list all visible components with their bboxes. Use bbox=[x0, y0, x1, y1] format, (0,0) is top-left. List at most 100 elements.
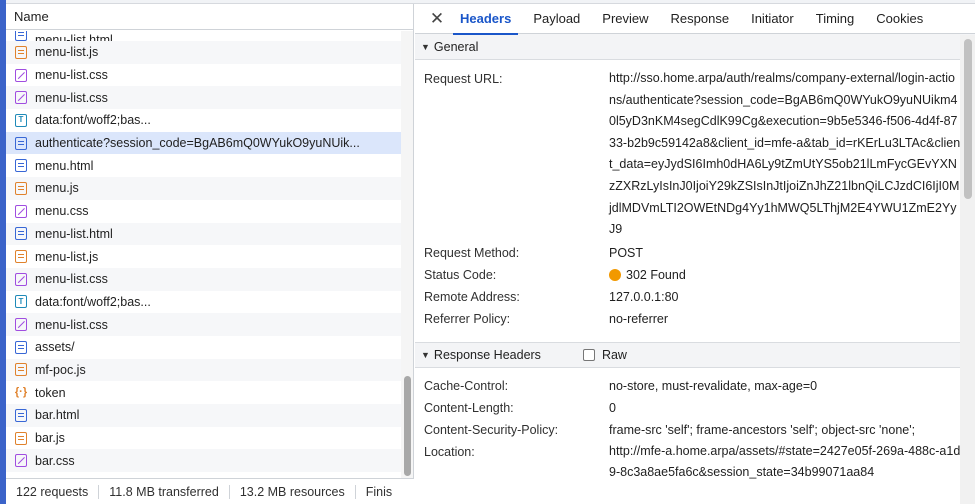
request-row[interactable]: authenticate?session_code=BgAB6mQ0WYukO9… bbox=[6, 131, 401, 155]
request-name: menu-list.html bbox=[35, 33, 113, 41]
document-icon bbox=[15, 408, 27, 422]
remote-address-value: 127.0.0.1:80 bbox=[609, 289, 679, 304]
request-row[interactable]: bar.html bbox=[6, 404, 401, 427]
request-row[interactable]: menu-list.js bbox=[6, 41, 401, 64]
request-row[interactable]: Tdata:font/woff2;bas... bbox=[6, 109, 401, 132]
request-row[interactable]: mf-poc.js bbox=[6, 358, 401, 382]
request-name: menu.js bbox=[35, 181, 79, 196]
remote-address-label: Remote Address: bbox=[424, 289, 520, 304]
tab-payload[interactable]: Payload bbox=[522, 4, 591, 34]
response-headers-section-header[interactable]: ▼ Response Headers Raw bbox=[415, 341, 975, 368]
tab-headers[interactable]: Headers bbox=[449, 4, 522, 35]
detail-scrollbar[interactable] bbox=[960, 35, 975, 504]
csp-value: frame-src 'self'; frame-ancestors 'self'… bbox=[609, 422, 916, 437]
status-code-row: Status Code: 302 Found bbox=[415, 264, 975, 286]
request-name: bar.css bbox=[35, 453, 75, 468]
referrer-policy-row: Referrer Policy: no-referrer bbox=[415, 308, 975, 330]
request-row[interactable]: Tdata:font/woff2;bas... bbox=[6, 291, 401, 314]
stylesheet-icon bbox=[15, 454, 27, 468]
script-icon bbox=[15, 431, 27, 445]
font-icon: T bbox=[15, 295, 27, 309]
remote-address-row: Remote Address: 127.0.0.1:80 bbox=[415, 286, 975, 308]
general-section-header[interactable]: ▼ General bbox=[415, 34, 975, 60]
request-name: menu-list.css bbox=[35, 272, 108, 287]
request-row[interactable]: assets/ bbox=[6, 336, 401, 359]
request-row[interactable]: menu.js bbox=[6, 177, 401, 200]
request-list-scrollbar[interactable] bbox=[401, 31, 413, 478]
request-row[interactable]: bar.css bbox=[6, 449, 401, 473]
tab-cookies[interactable]: Cookies bbox=[865, 4, 934, 34]
request-name: menu.html bbox=[35, 158, 94, 173]
location-row: Location: http://mfe-a.home.arpa/assets/… bbox=[415, 441, 975, 484]
request-list-pane: Name menu-list.html menu-list.js menu-list… bbox=[6, 4, 414, 478]
request-name: menu-list.js bbox=[35, 249, 99, 264]
stylesheet-icon bbox=[15, 91, 27, 105]
document-icon bbox=[15, 159, 27, 173]
request-row[interactable]: menu-list.js bbox=[6, 245, 401, 268]
referrer-policy-value: no-referrer bbox=[609, 311, 669, 326]
status-code-label: Status Code: bbox=[424, 267, 497, 282]
document-icon bbox=[15, 136, 27, 150]
referrer-policy-label: Referrer Policy: bbox=[424, 311, 511, 326]
request-name: menu-list.js bbox=[35, 45, 99, 60]
request-name: menu-list.css bbox=[35, 68, 108, 83]
request-detail-pane: ✕ Headers Payload Preview Response Initi… bbox=[415, 4, 975, 504]
close-icon[interactable]: ✕ bbox=[425, 9, 449, 29]
request-name: mf-poc.js bbox=[35, 362, 86, 377]
request-name: data:font/woff2;bas... bbox=[35, 113, 151, 128]
request-rows: menu-list.html menu-list.js menu-list.css m… bbox=[6, 31, 401, 473]
request-name: data:font/woff2;bas... bbox=[35, 294, 151, 309]
csp-label: Content-Security-Policy: bbox=[424, 422, 559, 437]
request-url-label: Request URL: bbox=[424, 72, 503, 86]
name-column-label: Name bbox=[14, 9, 49, 24]
request-count: 122 requests bbox=[6, 484, 100, 499]
raw-label: Raw bbox=[601, 347, 627, 362]
request-method-label: Request Method: bbox=[424, 245, 520, 260]
request-method-value: POST bbox=[609, 245, 644, 260]
request-row[interactable]: {·} token bbox=[6, 381, 401, 404]
raw-toggle[interactable]: Raw bbox=[582, 347, 627, 362]
font-icon: T bbox=[15, 113, 27, 127]
finish-time: Finis bbox=[365, 484, 393, 499]
content-length-label: Content-Length: bbox=[424, 400, 514, 415]
detail-scroll-thumb[interactable] bbox=[964, 39, 972, 199]
transferred-size: 11.8 MB transferred bbox=[99, 484, 230, 499]
request-name: menu-list.css bbox=[35, 317, 108, 332]
document-icon bbox=[15, 31, 27, 41]
request-name: menu-list.html bbox=[35, 226, 113, 241]
request-row[interactable]: menu-list.css bbox=[6, 313, 401, 336]
request-row[interactable]: menu.html bbox=[6, 154, 401, 177]
request-row[interactable]: menu-list.css bbox=[6, 64, 401, 87]
request-row[interactable]: bar.js bbox=[6, 427, 401, 450]
stylesheet-icon bbox=[15, 318, 27, 332]
tab-response[interactable]: Response bbox=[660, 4, 741, 34]
request-name: menu-list.css bbox=[35, 90, 108, 105]
request-row[interactable]: menu-list.html bbox=[6, 31, 401, 41]
request-row[interactable]: menu.css bbox=[6, 200, 401, 223]
content-length-value: 0 bbox=[609, 400, 616, 415]
cache-control-label: Cache-Control: bbox=[424, 378, 509, 393]
status-code-text: 302 Found bbox=[626, 267, 686, 282]
response-headers-title: Response Headers bbox=[433, 347, 541, 362]
tab-preview[interactable]: Preview bbox=[591, 4, 659, 34]
name-column-header[interactable]: Name bbox=[6, 4, 413, 30]
raw-checkbox[interactable] bbox=[582, 348, 595, 361]
csp-row: Content-Security-Policy: frame-src 'self… bbox=[415, 419, 975, 441]
stylesheet-icon bbox=[15, 68, 27, 82]
request-method-row: Request Method: POST bbox=[415, 242, 975, 264]
cache-control-value: no-store, must-revalidate, max-age=0 bbox=[609, 378, 818, 393]
request-row[interactable]: menu-list.css bbox=[6, 86, 401, 110]
location-value: http://mfe-a.home.arpa/assets/#state=242… bbox=[609, 443, 961, 480]
request-row[interactable]: menu-list.html bbox=[6, 222, 401, 246]
request-row[interactable]: menu-list.css bbox=[6, 267, 401, 291]
request-url-value: http://sso.home.arpa/auth/realms/company… bbox=[609, 71, 961, 237]
request-name: menu.css bbox=[35, 204, 89, 219]
location-label: Location: bbox=[424, 444, 475, 459]
tab-timing[interactable]: Timing bbox=[805, 4, 866, 34]
status-code-value: 302 Found bbox=[609, 264, 961, 286]
tab-initiator[interactable]: Initiator bbox=[740, 4, 805, 34]
request-name: bar.js bbox=[35, 431, 65, 446]
fetch-icon: {·} bbox=[14, 386, 28, 399]
request-list-scroll-thumb[interactable] bbox=[404, 376, 411, 476]
request-name: authenticate?session_code=BgAB6mQ0WYukO9… bbox=[35, 136, 360, 151]
